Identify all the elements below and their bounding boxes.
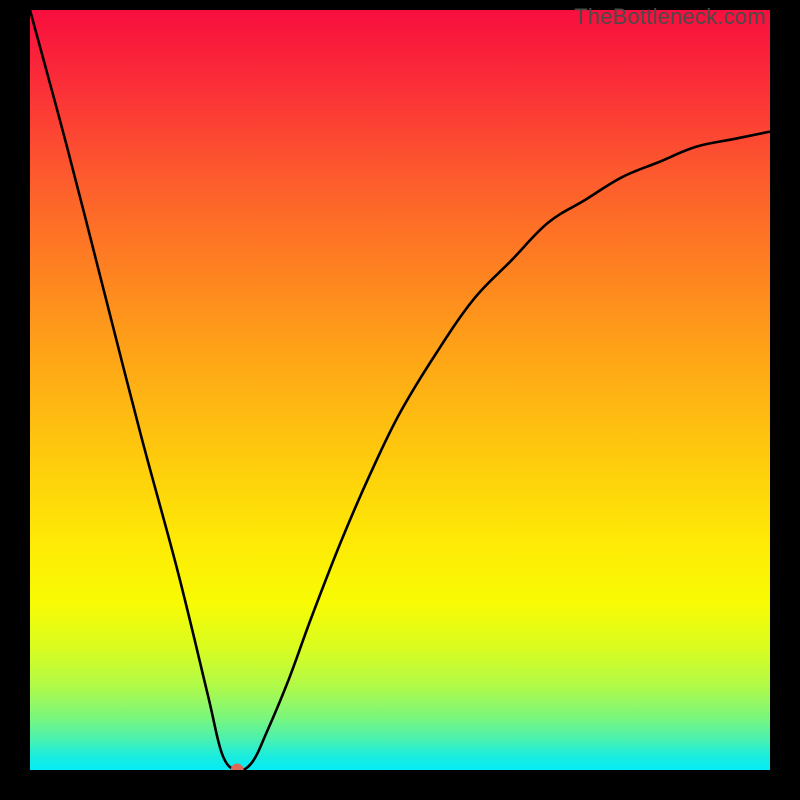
chart-frame: TheBottleneck.com: [0, 0, 800, 800]
optimum-marker: [231, 764, 244, 771]
curve-svg: [30, 10, 770, 770]
plot-area: [30, 10, 770, 770]
bottleneck-curve: [30, 10, 770, 770]
